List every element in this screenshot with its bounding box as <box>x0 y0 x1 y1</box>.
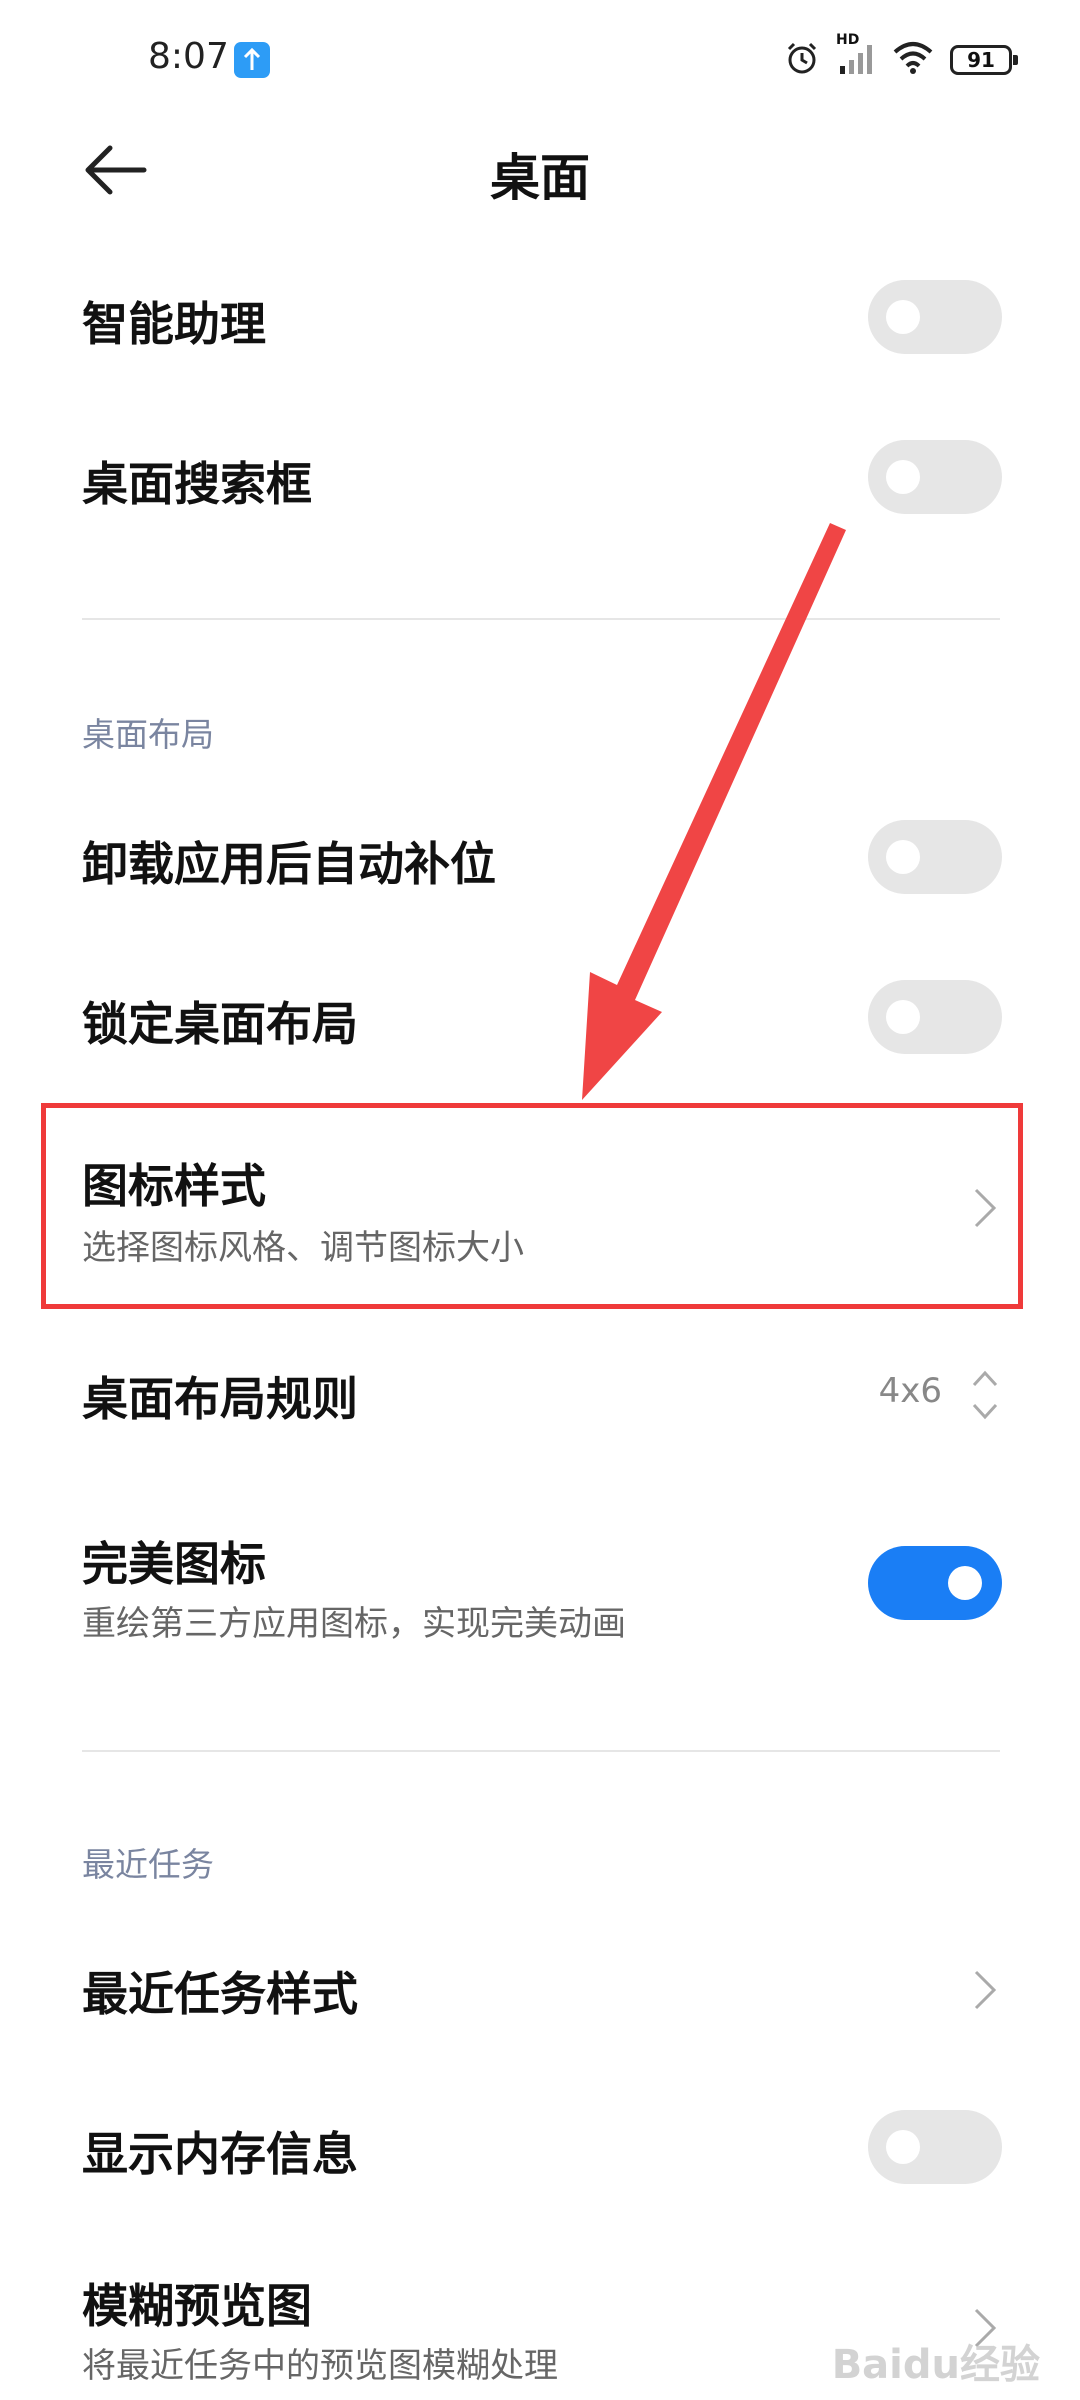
auto-fill-toggle[interactable] <box>868 820 1002 894</box>
status-icons: HD 91 <box>784 32 1018 82</box>
section-header-layout: 桌面布局 <box>82 715 214 754</box>
setting-title: 锁定桌面布局 <box>82 997 358 1051</box>
battery-level: 91 <box>967 48 995 72</box>
setting-title: 智能助理 <box>82 297 266 351</box>
setting-row-memory-info[interactable]: 显示内存信息 <box>0 2080 1080 2220</box>
perfect-icon-toggle[interactable] <box>868 1546 1002 1620</box>
upload-icon <box>234 42 270 78</box>
setting-title: 卸载应用后自动补位 <box>82 837 496 891</box>
setting-row-search-bar[interactable]: 桌面搜索框 <box>0 410 1080 550</box>
toggle-knob <box>886 840 920 874</box>
setting-subtitle: 将最近任务中的预览图模糊处理 <box>82 2346 558 2386</box>
assistant-toggle[interactable] <box>868 280 1002 354</box>
layout-rule-value: 4x6 <box>878 1371 942 1411</box>
chevron-right-icon <box>970 1968 1000 2012</box>
highlight-box <box>41 1103 1023 1309</box>
status-time: 8:07 <box>148 36 229 77</box>
lock-layout-toggle[interactable] <box>868 980 1002 1054</box>
setting-title: 最近任务样式 <box>82 1967 358 2021</box>
setting-title: 显示内存信息 <box>82 2127 358 2181</box>
alarm-icon <box>784 40 820 80</box>
memory-info-toggle[interactable] <box>868 2110 1002 2184</box>
page-title: 桌面 <box>490 149 590 207</box>
toggle-knob <box>886 300 920 334</box>
setting-row-assistant[interactable]: 智能助理 <box>0 250 1080 390</box>
divider <box>82 618 1000 620</box>
status-bar: 8:07 HD 91 <box>0 0 1080 120</box>
toggle-knob <box>886 460 920 494</box>
toggle-knob <box>886 2130 920 2164</box>
setting-row-auto-fill[interactable]: 卸载应用后自动补位 <box>0 790 1080 930</box>
toggle-knob <box>886 1000 920 1034</box>
setting-title: 桌面搜索框 <box>82 457 312 511</box>
setting-row-recent-style[interactable]: 最近任务样式 <box>0 1920 1080 2060</box>
divider <box>82 1750 1000 1752</box>
toggle-knob <box>948 1566 982 1600</box>
setting-row-layout-rule[interactable]: 桌面布局规则 4x6 <box>0 1325 1080 1465</box>
watermark: Baidu经验 <box>831 2342 1040 2388</box>
signal-icon: HD <box>836 32 876 80</box>
battery-icon: 91 <box>950 45 1018 75</box>
setting-title: 模糊预览图 <box>82 2279 312 2333</box>
hd-label: HD <box>836 32 860 48</box>
setting-row-perfect-icon[interactable]: 完美图标 重绘第三方应用图标，实现完美动画 <box>0 1490 1080 1680</box>
section-header-recent: 最近任务 <box>82 1845 214 1884</box>
setting-row-lock-layout[interactable]: 锁定桌面布局 <box>0 950 1080 1090</box>
search-bar-toggle[interactable] <box>868 440 1002 514</box>
header: 桌面 <box>0 120 1080 220</box>
chevron-updown-icon <box>970 1365 1000 1425</box>
wifi-icon <box>892 40 934 80</box>
setting-subtitle: 重绘第三方应用图标，实现完美动画 <box>82 1604 626 1644</box>
setting-title: 完美图标 <box>82 1537 266 1591</box>
setting-title: 桌面布局规则 <box>82 1372 358 1426</box>
